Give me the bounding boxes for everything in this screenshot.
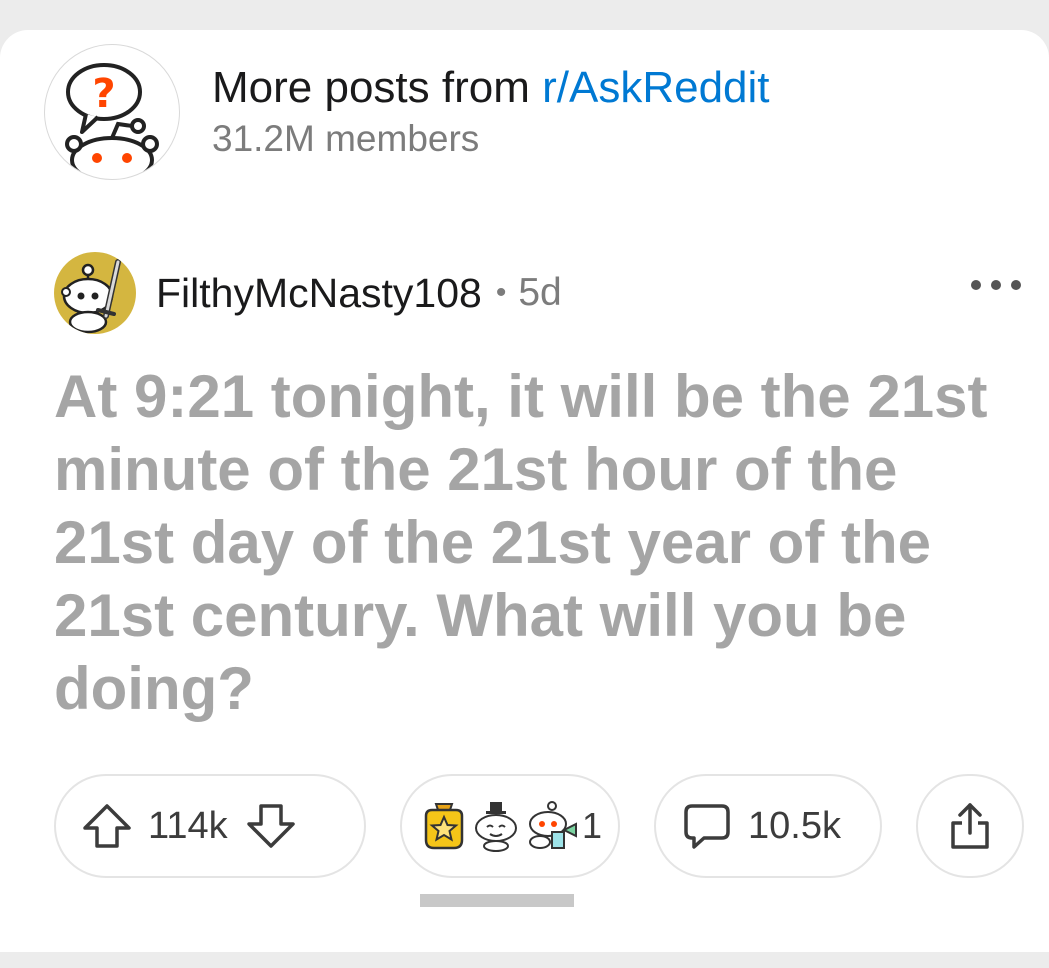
subreddit-info: More posts from r/AskReddit 31.2M member… [212, 62, 770, 162]
more-dot [991, 280, 1001, 290]
card-separator [0, 952, 1049, 968]
svg-text:?: ? [92, 71, 115, 117]
share-button[interactable] [916, 774, 1024, 878]
meta-separator: • [495, 276, 507, 309]
comment-count: 10.5k [748, 804, 841, 847]
vote-bar: 114k [54, 774, 366, 878]
comments-button[interactable]: 10.5k [654, 774, 882, 878]
upvote-arrow-icon[interactable] [82, 803, 132, 849]
author-username[interactable]: FilthyMcNasty108 [156, 270, 482, 317]
post-title[interactable]: At 9:21 tonight, it will be the 21st min… [54, 360, 1014, 725]
subreddit-header[interactable]: ? More posts from r/AskReddit 31.2M memb… [44, 44, 770, 180]
author-avatar[interactable] [54, 252, 136, 334]
askreddit-avatar-icon[interactable]: ? [44, 44, 180, 180]
vote-count: 114k [148, 804, 228, 847]
subreddit-title: More posts from r/AskReddit [212, 62, 770, 114]
more-dot [1011, 280, 1021, 290]
award-selection-indicator [420, 894, 574, 907]
award-count: 1 [582, 805, 603, 846]
more-dot [971, 280, 981, 290]
gold-star-award-icon [418, 800, 470, 852]
more-options-icon[interactable] [971, 270, 1021, 300]
share-icon [947, 801, 993, 851]
comment-bubble-icon [682, 802, 732, 850]
subreddit-member-count: 31.2M members [212, 118, 480, 159]
post-age: 5d [518, 271, 562, 314]
subreddit-title-prefix: More posts from [212, 63, 543, 112]
awards-button[interactable]: 1 [400, 774, 620, 878]
post-author-row: FilthyMcNasty108 • 5d [54, 252, 562, 334]
subreddit-name-link[interactable]: r/AskReddit [542, 63, 769, 112]
downvote-arrow-icon[interactable] [246, 803, 296, 849]
cheers-award-icon [522, 800, 580, 852]
snoo-award-icon [470, 800, 522, 852]
